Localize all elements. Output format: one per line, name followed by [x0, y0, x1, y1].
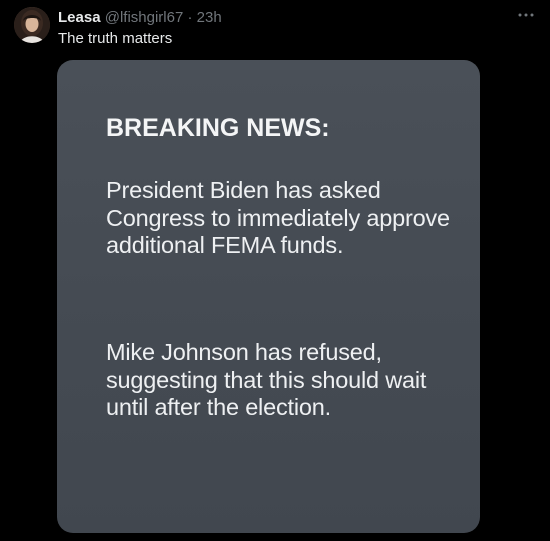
timestamp[interactable]: 23h — [197, 9, 222, 26]
image-headline: BREAKING NEWS: — [106, 114, 330, 142]
tweet-text: The truth matters — [58, 30, 173, 47]
tweet-image[interactable]: BREAKING NEWS: President Biden has asked… — [57, 60, 480, 533]
image-paragraph-1: President Biden has asked Congress to im… — [106, 177, 450, 258]
avatar[interactable] — [14, 7, 50, 43]
tweet-header: Leasa @lfishgirl67 · 23h — [58, 9, 222, 27]
separator-dot: · — [187, 9, 193, 26]
avatar-image-icon — [14, 7, 50, 43]
tweet: Leasa @lfishgirl67 · 23h The truth matte… — [0, 0, 550, 541]
author-handle[interactable]: @lfishgirl67 — [105, 9, 184, 26]
image-paragraph-2: Mike Johnson has refused, suggesting tha… — [106, 339, 427, 420]
more-horizontal-icon — [518, 13, 534, 17]
author-name[interactable]: Leasa — [58, 9, 101, 26]
more-options-button[interactable] — [516, 8, 536, 22]
